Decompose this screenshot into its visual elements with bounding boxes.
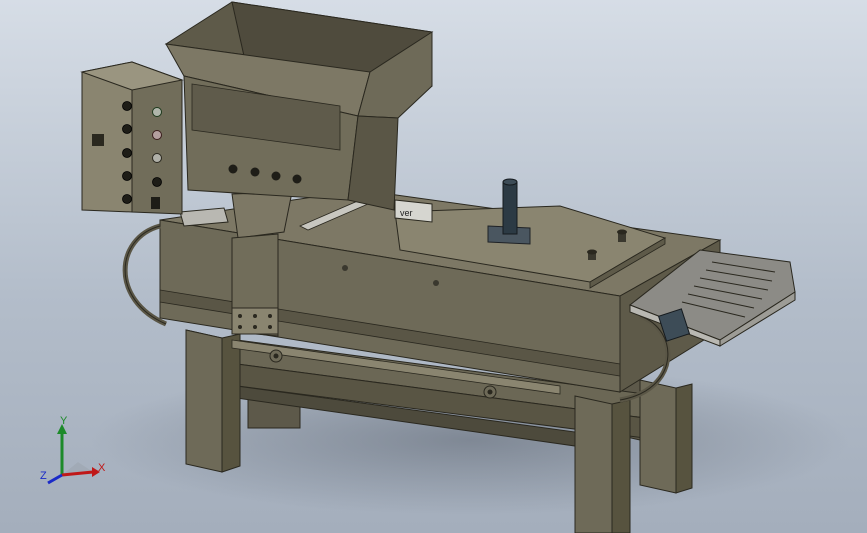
bolt-plate [231, 307, 279, 335]
z-axis-label: Z [40, 470, 47, 482]
nameplate-text: ver [400, 208, 413, 218]
bolt [433, 280, 439, 286]
y-axis-label: Y [60, 415, 68, 427]
machine-model[interactable]: ver [0, 0, 867, 533]
control-box[interactable] [80, 61, 184, 215]
x-axis-label: X [98, 462, 106, 474]
cad-viewport[interactable]: ver Y X Z [0, 0, 867, 533]
hopper[interactable] [164, 1, 434, 211]
bolt [342, 265, 348, 271]
nameplate: ver [394, 199, 433, 223]
